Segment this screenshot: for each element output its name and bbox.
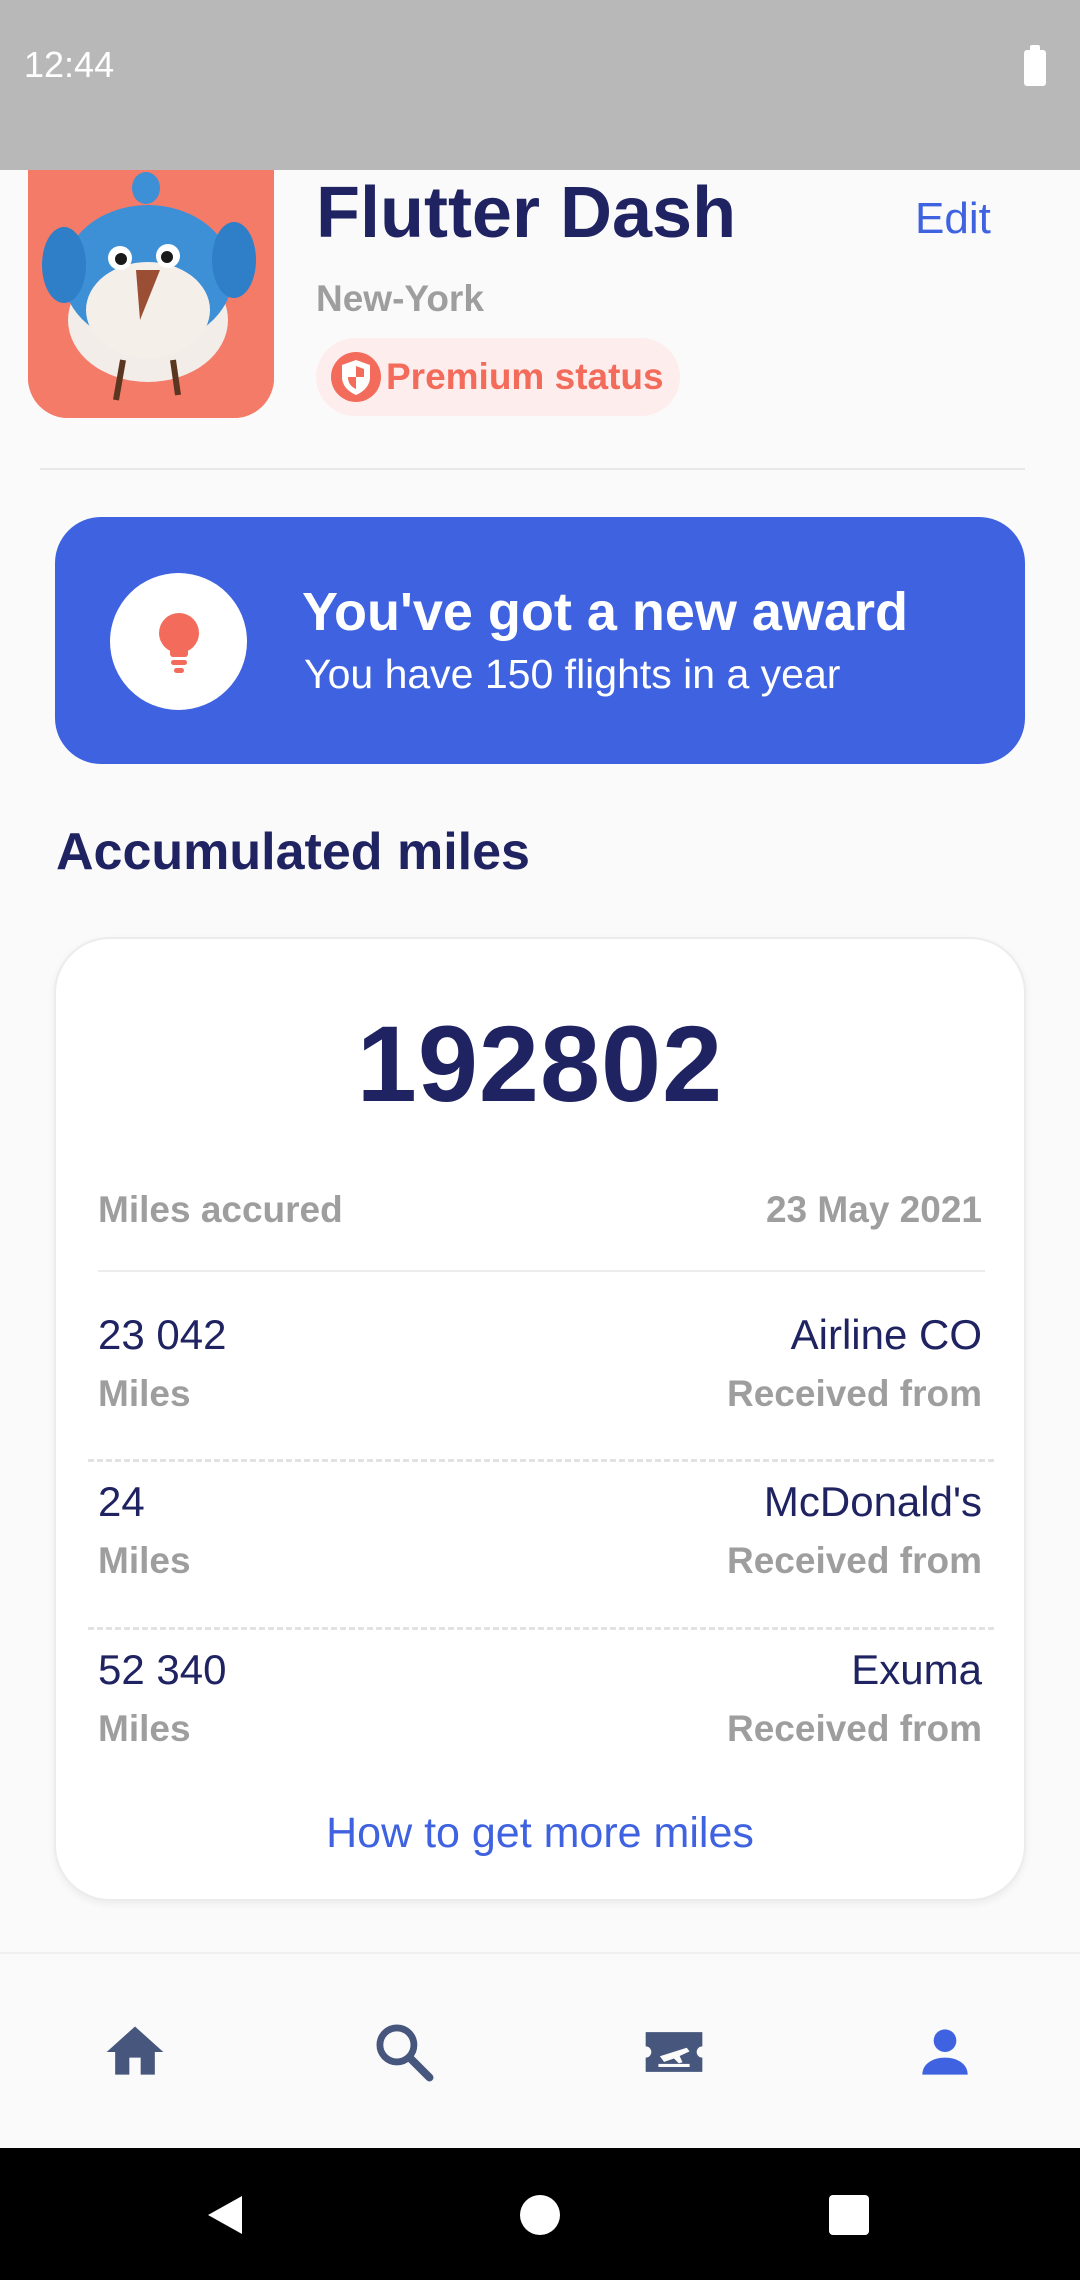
nav-tickets[interactable] xyxy=(640,2018,708,2086)
system-recents-button[interactable] xyxy=(826,2192,872,2238)
dash-bird-avatar-icon xyxy=(28,170,274,418)
status-bar: 12:44 xyxy=(0,0,1080,170)
nav-home[interactable] xyxy=(101,2018,169,2086)
system-nav-bar xyxy=(0,2148,1080,2280)
accumulated-miles-title: Accumulated miles xyxy=(56,823,530,881)
system-back-button[interactable] xyxy=(202,2192,248,2238)
dashed-divider xyxy=(88,1459,994,1462)
person-icon xyxy=(922,2029,968,2075)
profile-name: Flutter Dash xyxy=(316,173,737,253)
award-banner[interactable]: You've got a new award You have 150 flig… xyxy=(55,517,1025,764)
transaction-source-label: Received from xyxy=(727,1708,982,1749)
home-icon xyxy=(106,2026,164,2075)
nav-search[interactable] xyxy=(370,2018,438,2086)
shield-icon xyxy=(331,352,381,402)
flight-ticket-icon xyxy=(645,2032,703,2072)
header-divider xyxy=(40,468,1025,470)
status-time: 12:44 xyxy=(24,44,115,85)
avatar xyxy=(28,170,274,418)
back-triangle-icon xyxy=(208,2196,242,2234)
award-title: You've got a new award xyxy=(302,582,908,642)
miles-date: 23 May 2021 xyxy=(765,1189,982,1230)
edit-button[interactable]: Edit xyxy=(915,194,991,244)
premium-status-label: Premium status xyxy=(386,356,664,397)
transaction-row: 52 340 Miles Exuma Received from xyxy=(56,1646,1024,1814)
transaction-amount: 24 xyxy=(98,1478,145,1525)
nav-profile[interactable] xyxy=(911,2018,979,2086)
bottom-nav xyxy=(0,1954,1080,2148)
transaction-unit: Miles xyxy=(98,1373,191,1414)
more-miles-link[interactable]: How to get more miles xyxy=(56,1809,1024,1858)
miles-total: 192802 xyxy=(356,1003,724,1124)
card-divider xyxy=(98,1270,985,1272)
miles-accrued-label: Miles accured xyxy=(98,1189,343,1230)
award-icon-circle xyxy=(110,573,247,710)
transaction-row: 24 Miles McDonald's Received from xyxy=(56,1478,1024,1646)
award-subtitle: You have 150 flights in a year xyxy=(304,651,841,697)
dashed-divider xyxy=(88,1627,994,1630)
transaction-source: Airline CO xyxy=(790,1311,982,1358)
premium-status-badge: Premium status xyxy=(316,338,680,416)
transaction-amount: 23 042 xyxy=(98,1311,227,1358)
transaction-source-label: Received from xyxy=(727,1373,982,1414)
recents-square-icon xyxy=(829,2195,869,2235)
search-icon xyxy=(376,2024,434,2082)
home-circle-icon xyxy=(520,2195,560,2235)
battery-icon xyxy=(1024,45,1046,86)
transaction-amount: 52 340 xyxy=(98,1646,227,1693)
transaction-unit: Miles xyxy=(98,1540,191,1581)
transaction-source: McDonald's xyxy=(763,1478,982,1525)
transaction-row: 23 042 Miles Airline CO Received from xyxy=(56,1311,1024,1479)
miles-card: 192802 Miles accured 23 May 2021 23 042 … xyxy=(54,937,1026,1901)
transaction-unit: Miles xyxy=(98,1708,191,1749)
lightbulb-icon xyxy=(159,613,199,673)
profile-city: New-York xyxy=(316,278,484,319)
transaction-source: Exuma xyxy=(851,1646,982,1693)
transaction-source-label: Received from xyxy=(727,1540,982,1581)
system-home-button[interactable] xyxy=(517,2192,563,2238)
